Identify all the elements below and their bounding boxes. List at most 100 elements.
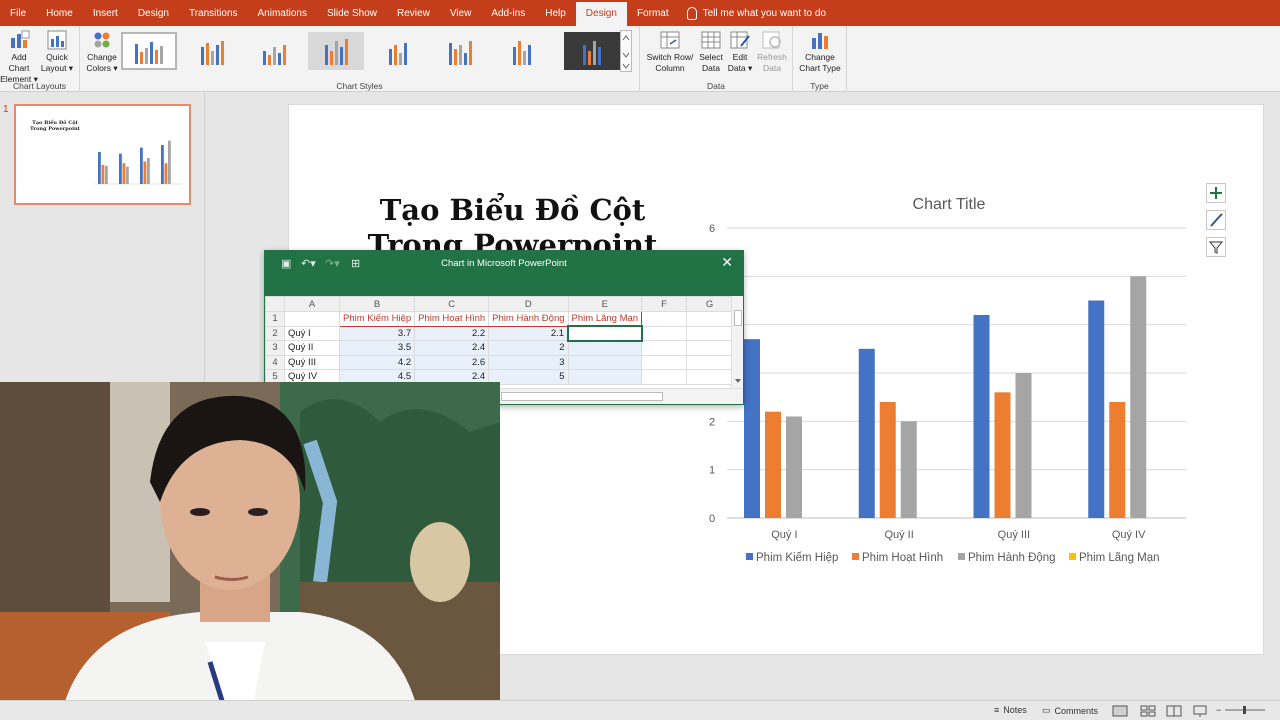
table-cell[interactable]: 5 [488,369,569,385]
slide-sorter-icon [1140,705,1156,717]
table-cell[interactable] [567,354,643,370]
select-all-corner[interactable] [265,296,285,312]
table-row: 1 Phim Kiếm Hiệp Phim Hoạt Hình Phim Hàn… [265,311,734,327]
table-cell[interactable] [284,311,340,327]
close-icon[interactable]: ✕ [721,254,733,271]
chart-bar [765,411,781,518]
chart-bar [1109,402,1126,518]
table-cell[interactable] [641,325,688,341]
chart-bar [900,421,917,518]
comment-icon: ▭ [1042,705,1051,715]
table-cell[interactable] [686,340,734,356]
chart-title[interactable]: Chart Title [913,196,986,213]
table-cell[interactable]: 2.4 [414,340,490,356]
comments-button[interactable]: ▭ Comments [1042,705,1098,716]
filter-icon [1208,241,1224,254]
column-header-e[interactable]: E [567,296,643,312]
brush-icon [1210,213,1223,227]
reading-view-icon [1166,705,1182,717]
column-header-b[interactable]: B [338,296,416,312]
table-cell[interactable] [686,311,734,327]
table-cell[interactable]: Phim Hoạt Hình [414,311,490,327]
table-cell[interactable]: Quý II [284,340,340,356]
column-header-f[interactable]: F [641,296,688,312]
table-cell[interactable]: 3.5 [338,340,416,356]
slide-sorter-button[interactable] [1140,705,1156,717]
status-bar: ≡ Notes ▭ Comments − [0,700,1280,720]
row-header[interactable]: 2 [265,325,285,341]
table-cell[interactable]: 2.6 [414,354,490,370]
table-cell[interactable] [641,369,688,385]
row-header[interactable]: 1 [265,311,285,327]
presenter-video [0,382,500,720]
table-cell[interactable]: Phim Lãng Mạn [567,311,643,327]
notes-button[interactable]: ≡ Notes [994,705,1027,715]
scrollbar-thumb[interactable] [734,310,742,326]
table-cell[interactable]: 4.2 [338,354,416,370]
table-row: 4 Quý III 4.2 2.6 3 [265,354,734,370]
legend-label: Phim Kiếm Hiệp [756,552,838,564]
table-cell[interactable]: 2 [488,340,569,356]
zoom-track [1225,706,1266,714]
table-row: 3 Quý II 3.5 2.4 2 [265,340,734,356]
scrollbar-thumb[interactable] [501,392,663,401]
notes-icon: ≡ [994,705,1000,715]
table-cell[interactable] [641,311,688,327]
spreadsheet-grid[interactable]: A B C D E F G 1 Phim Kiếm Hiệp Phim Hoạt… [265,296,734,385]
y-tick-label: 6 [709,223,715,235]
chart-elements-button[interactable] [1206,183,1226,203]
normal-view-icon [1112,705,1128,717]
legend-label: Phim Hoạt Hình [862,552,943,564]
column-header-g[interactable]: G [686,296,734,312]
x-tick-label: Quý IV [1112,529,1146,541]
excel-window-title: Chart in Microsoft PowerPoint [441,258,567,269]
x-tick-label: Quý III [998,529,1030,541]
vertical-scrollbar[interactable] [731,296,743,388]
table-cell[interactable] [686,369,734,385]
webcam-overlay [0,382,500,720]
x-tick-label: Quý I [771,529,797,541]
table-cell[interactable]: Quý I [284,325,340,341]
chart-bar [1088,300,1105,518]
table-cell[interactable] [686,325,734,341]
notes-label: Notes [1003,705,1027,715]
column-header-row: A B C D E F G [265,296,734,312]
x-tick-label: Quý II [884,529,913,541]
chart-styles-button[interactable] [1206,210,1226,230]
column-header-d[interactable]: D [488,296,569,312]
table-row: 2 Quý I 3.7 2.2 2.1 [265,325,734,342]
y-tick-label: 1 [709,465,715,477]
active-cell[interactable] [567,325,643,342]
legend-label: Phim Hành Động [968,552,1056,564]
legend-swatch [746,553,753,560]
reading-view-button[interactable] [1166,705,1182,717]
chart-bar [786,416,802,518]
chart-bar [879,402,896,518]
column-header-a[interactable]: A [284,296,340,312]
zoom-out-icon[interactable]: − [1216,705,1221,715]
table-cell[interactable] [567,340,643,356]
table-cell[interactable]: 2.2 [414,325,490,341]
chart-filters-button[interactable] [1206,237,1226,257]
table-cell[interactable] [641,340,688,356]
table-cell[interactable]: Phim Kiếm Hiệp [338,311,416,327]
column-header-c[interactable]: C [414,296,490,312]
y-tick-label: 2 [709,416,715,428]
zoom-slider[interactable]: − [1216,705,1266,715]
table-cell[interactable] [567,369,643,385]
table-cell[interactable]: 2.1 [488,325,569,341]
scroll-down-icon[interactable] [733,376,743,386]
table-cell[interactable]: 3 [488,354,569,370]
normal-view-button[interactable] [1112,705,1128,717]
row-header[interactable]: 3 [265,340,285,356]
legend-swatch [958,553,965,560]
table-cell[interactable] [686,354,734,370]
row-header[interactable]: 4 [265,354,285,370]
table-cell[interactable]: 3.7 [338,325,416,341]
slideshow-button[interactable] [1192,705,1208,717]
table-cell[interactable]: Phim Hành Động [488,311,569,327]
table-cell[interactable] [641,354,688,370]
table-cell[interactable]: Quý III [284,354,340,370]
chart-bar [973,315,990,518]
chart-bar [858,348,875,518]
